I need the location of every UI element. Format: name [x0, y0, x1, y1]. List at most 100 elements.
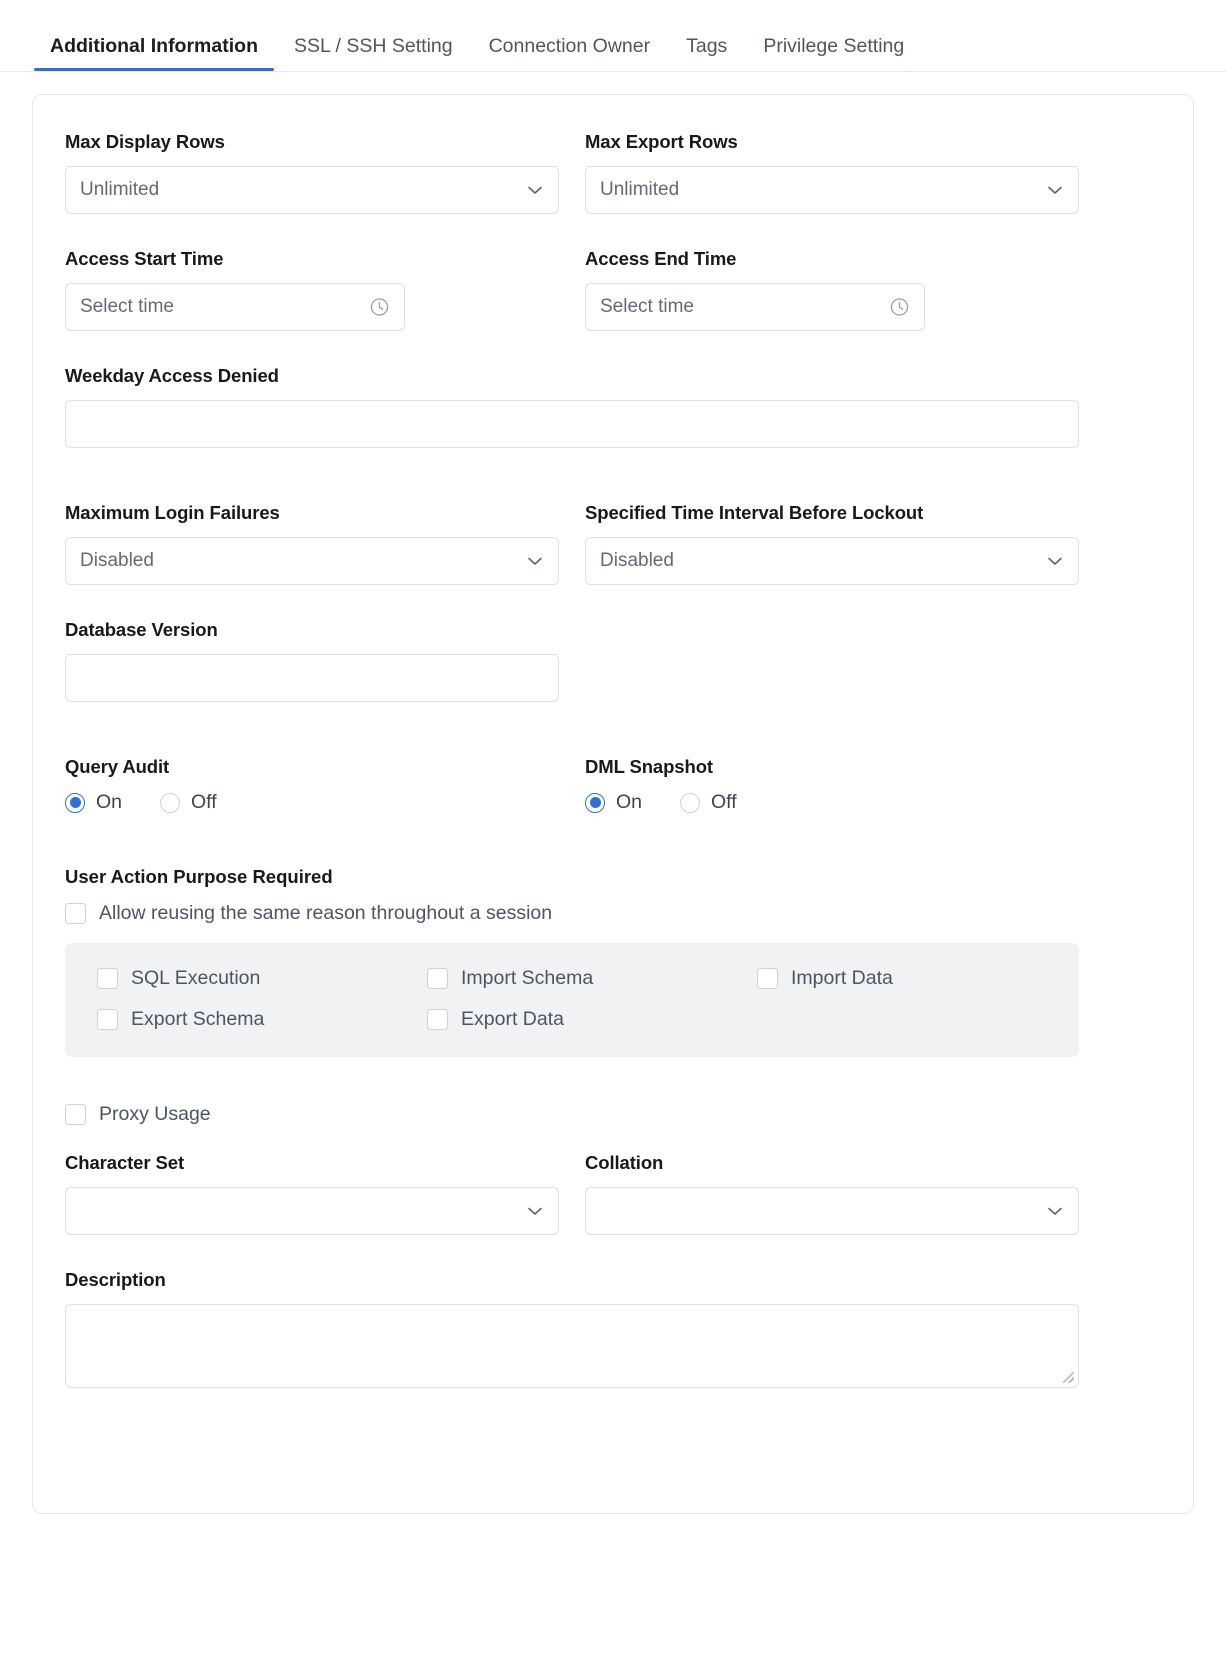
max-export-rows-label: Max Export Rows	[585, 131, 1105, 153]
checkbox-export-data[interactable]: Export Data	[427, 1008, 757, 1031]
radio-checked-icon[interactable]	[585, 793, 605, 813]
checkbox-import-data[interactable]: Import Data	[757, 967, 1087, 990]
query-audit-on-label: On	[96, 791, 122, 814]
field-character-set: Character Set	[65, 1152, 585, 1263]
field-database-version: Database Version	[65, 619, 1161, 702]
allow-reuse-reason-label: Allow reusing the same reason throughout…	[99, 902, 552, 925]
max-export-rows-value: Unlimited	[600, 179, 679, 201]
access-start-time-input[interactable]: Select time	[65, 283, 405, 331]
row-lockout: Maximum Login Failures Disabled Specifie…	[65, 502, 1161, 613]
tab-label: Additional Information	[50, 35, 258, 57]
field-collation: Collation	[585, 1152, 1105, 1263]
tab-label: SSL / SSH Setting	[294, 35, 453, 57]
chevron-down-icon	[525, 551, 545, 571]
field-access-end-time: Access End Time Select time	[585, 248, 1105, 359]
proxy-usage-checkbox-row[interactable]: Proxy Usage	[65, 1103, 1161, 1126]
specified-time-interval-select[interactable]: Disabled	[585, 537, 1079, 585]
access-start-time-label: Access Start Time	[65, 248, 585, 270]
tab-label: Privilege Setting	[763, 35, 904, 57]
tab-connection-owner[interactable]: Connection Owner	[471, 37, 669, 72]
checkbox-sql-execution[interactable]: SQL Execution	[97, 967, 427, 990]
dml-snapshot-option-on[interactable]: On	[585, 791, 642, 814]
database-version-label: Database Version	[65, 619, 1161, 641]
dml-snapshot-radio-group: On Off	[585, 791, 1105, 814]
specified-time-interval-label: Specified Time Interval Before Lockout	[585, 502, 1105, 524]
spacer	[65, 1057, 1161, 1103]
checkbox-unchecked-icon[interactable]	[427, 1009, 448, 1030]
chevron-down-icon	[1045, 1201, 1065, 1221]
max-export-rows-select[interactable]: Unlimited	[585, 166, 1079, 214]
chevron-down-icon	[1045, 551, 1065, 571]
tab-tags[interactable]: Tags	[668, 37, 745, 72]
export-data-label: Export Data	[461, 1008, 564, 1031]
specified-time-interval-value: Disabled	[600, 550, 674, 572]
field-weekday-access-denied: Weekday Access Denied	[65, 365, 1161, 448]
checkbox-unchecked-icon[interactable]	[427, 968, 448, 989]
spacer	[65, 820, 1161, 866]
field-maximum-login-failures: Maximum Login Failures Disabled	[65, 502, 585, 613]
access-start-time-placeholder: Select time	[80, 296, 174, 318]
query-audit-off-label: Off	[191, 791, 217, 814]
clock-icon[interactable]	[889, 297, 910, 318]
checkbox-unchecked-icon[interactable]	[97, 1009, 118, 1030]
allow-reuse-reason-checkbox-row[interactable]: Allow reusing the same reason throughout…	[65, 902, 1161, 925]
panel-row: Export Schema Export Data	[97, 1008, 1047, 1031]
database-version-input[interactable]	[65, 654, 559, 702]
checkbox-unchecked-icon[interactable]	[65, 903, 86, 924]
access-end-time-placeholder: Select time	[600, 296, 694, 318]
description-textarea[interactable]	[65, 1304, 1079, 1388]
user-action-purpose-label: User Action Purpose Required	[65, 866, 1161, 888]
checkbox-export-schema[interactable]: Export Schema	[97, 1008, 427, 1031]
field-max-export-rows: Max Export Rows Unlimited	[585, 131, 1105, 242]
dml-snapshot-option-off[interactable]: Off	[680, 791, 737, 814]
spacer	[65, 730, 1161, 756]
field-query-audit: Query Audit On Off	[65, 756, 585, 814]
section-user-action-purpose: User Action Purpose Required Allow reusi…	[65, 866, 1161, 1057]
tab-label: Connection Owner	[489, 35, 651, 57]
character-set-label: Character Set	[65, 1152, 585, 1174]
checkbox-unchecked-icon[interactable]	[97, 968, 118, 989]
chevron-down-icon	[1045, 180, 1065, 200]
field-max-display-rows: Max Display Rows Unlimited	[65, 131, 585, 242]
sql-execution-label: SQL Execution	[131, 967, 260, 990]
row-access-time: Access Start Time Select time Access End…	[65, 248, 1161, 359]
field-description: Description	[65, 1269, 1161, 1388]
row-audit-snapshot: Query Audit On Off DML Snapshot On	[65, 756, 1161, 814]
max-display-rows-select[interactable]: Unlimited	[65, 166, 559, 214]
max-display-rows-value: Unlimited	[80, 179, 159, 201]
weekday-access-denied-label: Weekday Access Denied	[65, 365, 1161, 387]
access-end-time-label: Access End Time	[585, 248, 1105, 270]
tab-additional-information[interactable]: Additional Information	[32, 37, 276, 72]
chevron-down-icon	[525, 1201, 545, 1221]
query-audit-radio-group: On Off	[65, 791, 585, 814]
checkbox-unchecked-icon[interactable]	[65, 1104, 86, 1125]
radio-unchecked-icon[interactable]	[680, 793, 700, 813]
query-audit-option-off[interactable]: Off	[160, 791, 217, 814]
query-audit-option-on[interactable]: On	[65, 791, 122, 814]
settings-card: Max Display Rows Unlimited Max Export Ro…	[32, 94, 1194, 1514]
import-data-label: Import Data	[791, 967, 893, 990]
tab-ssl-ssh-setting[interactable]: SSL / SSH Setting	[276, 37, 471, 72]
spacer	[65, 1126, 1161, 1152]
dml-snapshot-on-label: On	[616, 791, 642, 814]
radio-checked-icon[interactable]	[65, 793, 85, 813]
spacer	[65, 476, 1161, 502]
weekday-access-denied-input[interactable]	[65, 400, 1079, 448]
tab-bar: Additional Information SSL / SSH Setting…	[0, 0, 1226, 72]
row-charset-collation: Character Set Collation	[65, 1152, 1161, 1263]
collation-select[interactable]	[585, 1187, 1079, 1235]
query-audit-label: Query Audit	[65, 756, 585, 778]
field-dml-snapshot: DML Snapshot On Off	[585, 756, 1105, 814]
character-set-select[interactable]	[65, 1187, 559, 1235]
access-end-time-input[interactable]: Select time	[585, 283, 925, 331]
checkbox-unchecked-icon[interactable]	[757, 968, 778, 989]
tab-privilege-setting[interactable]: Privilege Setting	[745, 37, 922, 72]
export-schema-label: Export Schema	[131, 1008, 264, 1031]
maximum-login-failures-select[interactable]: Disabled	[65, 537, 559, 585]
clock-icon[interactable]	[369, 297, 390, 318]
user-action-purpose-panel: SQL Execution Import Schema Import Data …	[65, 943, 1079, 1057]
checkbox-import-schema[interactable]: Import Schema	[427, 967, 757, 990]
radio-unchecked-icon[interactable]	[160, 793, 180, 813]
dml-snapshot-off-label: Off	[711, 791, 737, 814]
dml-snapshot-label: DML Snapshot	[585, 756, 1105, 778]
